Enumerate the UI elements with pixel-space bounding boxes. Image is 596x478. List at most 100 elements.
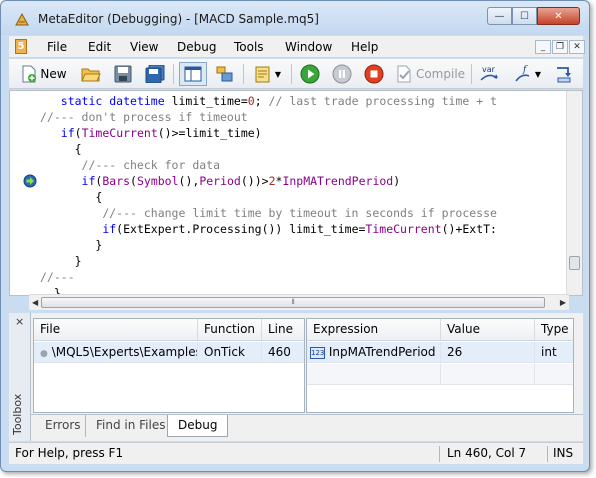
window-minimize-button[interactable]: — xyxy=(487,7,512,25)
window-maximize-button[interactable]: ☐ xyxy=(512,7,537,25)
menu-edit[interactable]: Edit xyxy=(88,40,111,54)
menu-view[interactable]: View xyxy=(130,40,158,54)
document-close-button[interactable]: ✕ xyxy=(569,40,585,54)
code-line[interactable]: static datetime limit_time=0; // last tr… xyxy=(40,93,497,109)
open-folder-icon xyxy=(81,68,101,82)
column-header-file[interactable]: File xyxy=(34,319,198,341)
code-token: ) xyxy=(393,174,401,188)
column-header-function[interactable]: Function xyxy=(198,319,262,341)
column-header-type[interactable]: Type xyxy=(535,319,573,341)
scroll-right-arrow-icon[interactable]: ▶ xyxy=(560,298,566,307)
code-token: Symbol xyxy=(136,174,179,188)
open-button[interactable] xyxy=(79,62,103,86)
vertical-scroll-thumb[interactable] xyxy=(569,256,580,270)
code-token: //--- don't process if timeout xyxy=(40,110,248,124)
code-token: TimeCurrent xyxy=(365,222,442,236)
new-file-icon xyxy=(22,65,37,83)
new-button-label: New xyxy=(40,67,67,81)
styler-icon xyxy=(255,66,270,83)
code-token: 0 xyxy=(247,94,255,108)
code-line[interactable]: if(TimeCurrent()>=limit_time) xyxy=(40,125,262,141)
code-editor[interactable]: static datetime limit_time=0; // last tr… xyxy=(9,90,583,296)
column-header-line[interactable]: Line xyxy=(262,319,304,341)
watch-empty-cell xyxy=(307,364,441,385)
call-stack-function: OnTick xyxy=(198,342,262,363)
code-line[interactable]: //--- xyxy=(40,269,75,285)
document-restore-button[interactable]: ❐ xyxy=(552,40,568,54)
code-line[interactable]: if(ExtExpert.Processing()) limit_time=Ti… xyxy=(40,221,497,237)
code-token: if xyxy=(81,174,96,188)
call-stack-panel: File Function Line ● \MQL5\Experts\Examp… xyxy=(33,318,305,413)
code-line[interactable]: //--- don't process if timeout xyxy=(40,109,248,125)
watch-variable-button[interactable]: var xyxy=(475,62,505,86)
column-header-value[interactable]: Value xyxy=(441,319,535,341)
code-line[interactable]: } xyxy=(40,253,82,269)
menu-file[interactable]: File xyxy=(47,40,67,54)
code-token: 2 xyxy=(268,174,276,188)
code-token: ()>=limit_time) xyxy=(157,126,262,140)
code-token: //--- xyxy=(40,270,75,284)
code-line[interactable]: //--- check for data xyxy=(40,157,220,173)
code-token: { xyxy=(74,142,82,156)
styler-dropdown-button[interactable]: ▼ xyxy=(249,62,285,86)
watch-value: 26 xyxy=(441,342,535,363)
navigator-icon xyxy=(184,66,202,82)
editor-horizontal-scrollbar[interactable]: ◀ ⦀ ▶ xyxy=(29,294,569,310)
pause-debug-button[interactable] xyxy=(329,62,355,86)
code-token: datetime xyxy=(109,94,172,108)
call-stack-file-cell: ● \MQL5\Experts\Examples... xyxy=(34,342,198,363)
toolbar-separator xyxy=(471,64,472,84)
scroll-left-arrow-icon[interactable]: ◀ xyxy=(32,298,38,307)
watch-header: Expression Value Type xyxy=(307,319,573,341)
function-icon: f xyxy=(515,65,530,82)
code-token: Period xyxy=(199,174,241,188)
menu-tools[interactable]: Tools xyxy=(234,40,264,54)
code-line[interactable]: //--- change limit time by timeout in se… xyxy=(40,205,497,221)
code-text-area[interactable]: static datetime limit_time=0; // last tr… xyxy=(10,91,566,295)
table-row[interactable]: ● \MQL5\Experts\Examples... OnTick 460 xyxy=(34,342,304,363)
table-row[interactable] xyxy=(307,364,573,385)
toolbox-toggle-button[interactable] xyxy=(213,62,237,86)
save-all-icon xyxy=(145,65,165,83)
stop-debug-button[interactable] xyxy=(361,62,387,86)
status-help-text: For Help, press F1 xyxy=(15,446,124,460)
document-minimize-button[interactable]: _ xyxy=(535,40,551,54)
column-header-expression[interactable]: Expression xyxy=(307,319,441,341)
tab-debug[interactable]: Debug xyxy=(167,415,229,437)
start-debug-button[interactable] xyxy=(297,62,323,86)
title-bar[interactable]: MetaEditor (Debugging) - [MACD Sample.mq… xyxy=(1,1,589,35)
code-line[interactable]: if(Bars(Symbol(),Period())>2*InpMATrendP… xyxy=(40,173,401,189)
function-dropdown-button[interactable]: f ▼ xyxy=(509,62,545,86)
save-all-button[interactable] xyxy=(143,62,167,86)
toolbar-separator xyxy=(243,64,244,84)
watch-panel: Expression Value Type 123 InpMATrendPeri… xyxy=(306,318,574,413)
code-line[interactable]: } xyxy=(40,237,102,253)
call-stack-line: 460 xyxy=(268,345,291,359)
tab-errors[interactable]: Errors xyxy=(35,415,91,437)
svg-text:var: var xyxy=(482,65,496,74)
menu-help[interactable]: Help xyxy=(351,40,378,54)
table-row[interactable]: 123 InpMATrendPeriod 26 int xyxy=(307,342,573,363)
standard-toolbar: New ▼ Compile var f ▼ xyxy=(9,59,583,89)
horizontal-scroll-thumb[interactable]: ⦀ xyxy=(41,297,545,308)
toolbar-separator xyxy=(291,64,292,84)
compile-button[interactable]: Compile xyxy=(393,62,467,86)
mq5-document-icon[interactable]: 5 xyxy=(15,39,27,54)
code-token: //--- check for data xyxy=(81,158,221,172)
code-line[interactable]: { xyxy=(40,189,102,205)
debug-step-button[interactable] xyxy=(551,62,577,86)
window-close-button[interactable]: ✕ xyxy=(537,7,580,25)
toolbox-close-icon[interactable]: × xyxy=(15,315,24,328)
menu-debug[interactable]: Debug xyxy=(177,40,216,54)
code-token: (), xyxy=(178,174,200,188)
code-line[interactable]: { xyxy=(40,141,82,157)
toolbox-panel: × Toolbox File Function Line ● \MQL5\Exp… xyxy=(9,313,583,441)
new-button[interactable]: New xyxy=(15,62,73,86)
save-button[interactable] xyxy=(111,62,135,86)
editor-vertical-scrollbar[interactable] xyxy=(566,91,582,295)
toolbox-side-tab: × Toolbox xyxy=(9,313,31,441)
navigator-toggle-button[interactable] xyxy=(179,62,207,86)
menu-window[interactable]: Window xyxy=(285,40,332,54)
tab-find-in-files[interactable]: Find in Files xyxy=(85,415,176,437)
code-token: if xyxy=(60,126,75,140)
